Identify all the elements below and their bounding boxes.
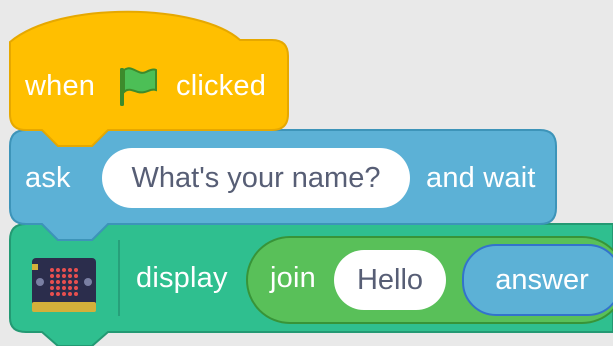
join-first-input[interactable]: Hello xyxy=(334,250,446,310)
hat-clicked-label: clicked xyxy=(176,70,267,102)
answer-reporter[interactable]: answer xyxy=(462,244,613,316)
hat-when-label: when xyxy=(25,70,96,102)
ask-question-input[interactable]: What's your name? xyxy=(102,148,410,208)
ask-label: ask xyxy=(25,162,71,194)
join-label: join xyxy=(270,262,316,294)
extension-divider xyxy=(118,240,120,316)
and-wait-label: and wait xyxy=(426,162,536,194)
microbit-icon xyxy=(32,258,96,312)
display-label: display xyxy=(136,262,228,294)
green-flag-icon[interactable] xyxy=(116,64,160,108)
